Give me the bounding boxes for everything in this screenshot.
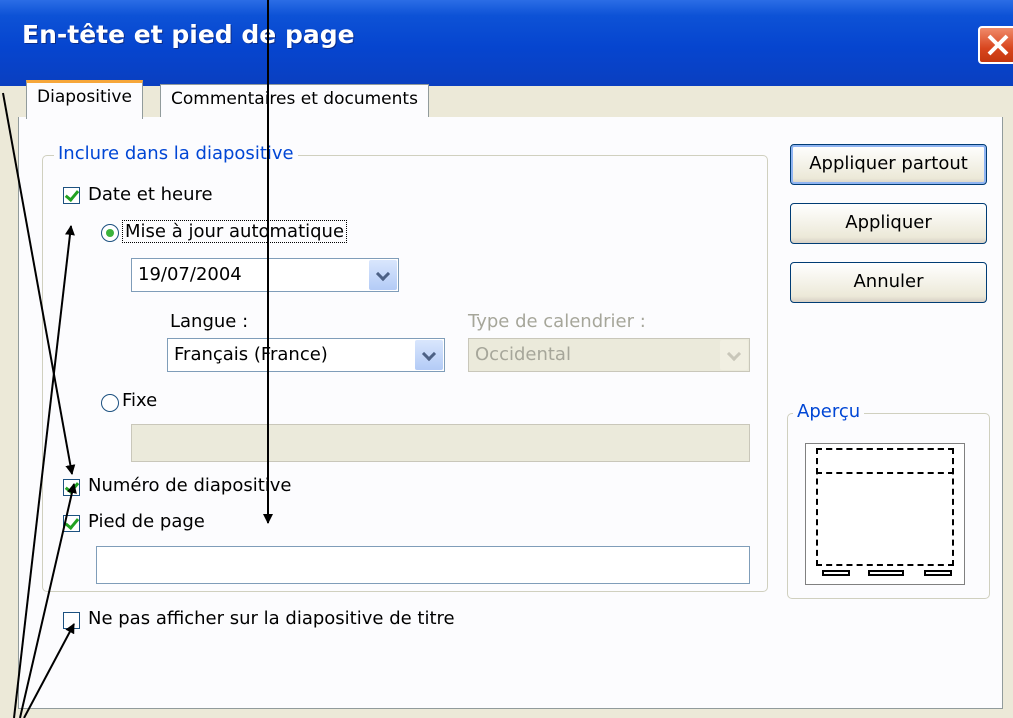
annotation-arrows: [2, 0, 273, 718]
tab-label: Diapositive: [37, 87, 132, 107]
tab-diapositive[interactable]: Diapositive: [26, 80, 143, 119]
arrow-to-slide-number: [2, 92, 76, 475]
